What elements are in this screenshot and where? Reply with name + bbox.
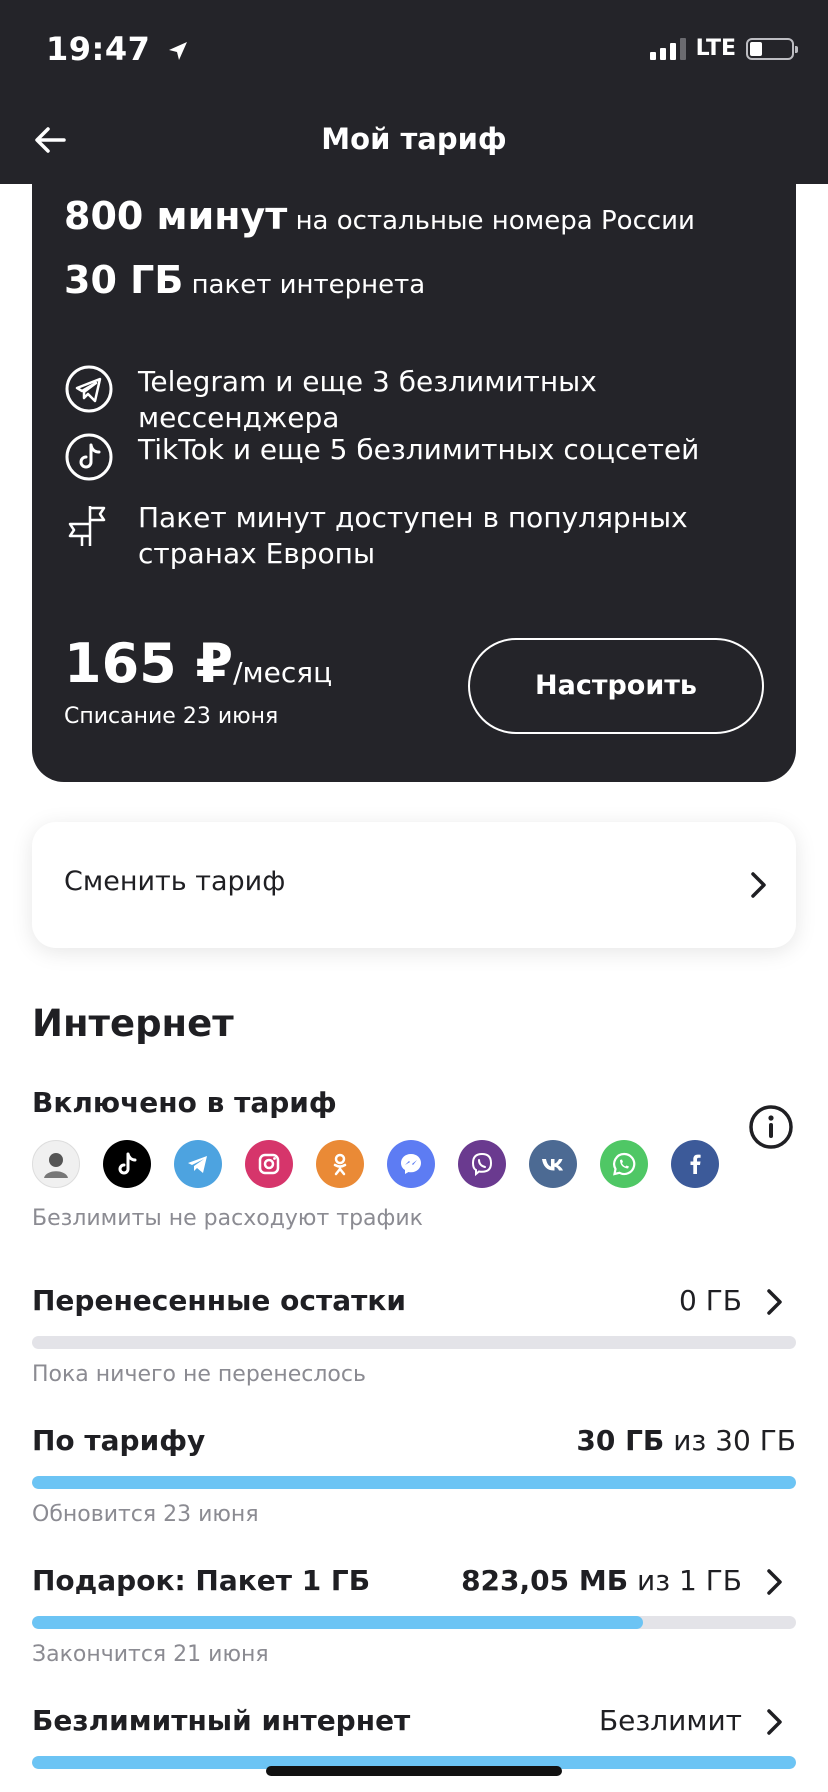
price-unit: /месяц — [233, 656, 333, 689]
price-value: 165 ₽ — [64, 632, 234, 695]
minutes-text: на остальные номера России — [295, 206, 695, 236]
nav-bar: Мой тариф — [0, 100, 828, 184]
tariff-data-title: По тарифу — [32, 1424, 206, 1457]
internet-title: Интернет — [32, 1002, 234, 1045]
gift-package-value-bold: 823,05 МБ — [461, 1564, 629, 1597]
avatar[interactable] — [32, 1140, 80, 1188]
whatsapp-icon[interactable] — [600, 1140, 648, 1188]
change-tariff-button[interactable]: Сменить тариф — [32, 822, 796, 948]
gift-package-progress — [32, 1616, 796, 1629]
viber-icon[interactable] — [458, 1140, 506, 1188]
unlimited-internet-value: Безлимит — [599, 1704, 742, 1737]
page-title: Мой тариф — [321, 122, 507, 156]
battery-icon — [746, 37, 798, 60]
included-title: Включено в тариф — [32, 1086, 337, 1119]
feature-text: Telegram и еще 3 безлимитных мессенджера — [138, 365, 597, 434]
charge-date: Списание 23 июня — [64, 704, 279, 729]
gift-package-value-text: из 1 ГБ — [637, 1564, 742, 1597]
tariff-data-progress — [32, 1476, 796, 1489]
chevron-right-icon — [751, 872, 766, 898]
rollover-sub: Пока ничего не перенеслось — [32, 1362, 366, 1387]
chevron-right-icon[interactable] — [764, 1707, 786, 1737]
rollover-title[interactable]: Перенесенные остатки — [32, 1284, 406, 1317]
feature-text: Пакет минут доступен в популярных страна… — [138, 501, 688, 570]
signpost-icon — [68, 506, 106, 546]
internet-value: 30 ГБ — [64, 258, 184, 302]
status-time: 19:47 — [46, 30, 190, 68]
internet-line: 30 ГБ пакет интернета — [64, 258, 425, 302]
unlimited-apps-list — [32, 1140, 719, 1188]
setup-button[interactable]: Настроить — [468, 638, 764, 734]
telegram-icon[interactable] — [174, 1140, 222, 1188]
odnoklassniki-icon[interactable] — [316, 1140, 364, 1188]
minutes-value: 800 минут — [64, 194, 288, 238]
tariff-data-sub: Обновится 23 июня — [32, 1502, 259, 1527]
gift-package-value: 823,05 МБ из 1 ГБ — [461, 1564, 742, 1597]
home-indicator — [266, 1766, 562, 1776]
price: 165 ₽/месяц — [64, 632, 332, 695]
info-icon[interactable] — [748, 1104, 794, 1150]
tiktok-outline-icon — [65, 433, 113, 481]
facebook-icon[interactable] — [671, 1140, 719, 1188]
change-tariff-label: Сменить тариф — [64, 866, 286, 897]
feature-social: TikTok и еще 5 безлимитных соцсетей — [64, 432, 758, 482]
tariff-data-value: 30 ГБ из 30 ГБ — [576, 1424, 796, 1457]
rollover-value-text: 0 ГБ — [679, 1284, 742, 1317]
vk-icon[interactable] — [529, 1140, 577, 1188]
unlimited-internet-title[interactable]: Безлимитный интернет — [32, 1704, 410, 1737]
feature-text: TikTok и еще 5 безлимитных соцсетей — [138, 433, 700, 466]
tariff-data-value-text: из 30 ГБ — [673, 1424, 796, 1457]
feature-messengers: Telegram и еще 3 безлимитных мессенджера — [64, 364, 758, 436]
time-text: 19:47 — [46, 30, 151, 68]
instagram-icon[interactable] — [245, 1140, 293, 1188]
tariff-card: 800 минут на остальные номера России 30 … — [32, 180, 796, 782]
tiktok-icon[interactable] — [103, 1140, 151, 1188]
gift-package-sub: Закончится 21 июня — [32, 1642, 269, 1667]
status-bar: 19:47 LTE — [0, 0, 828, 100]
chevron-right-icon[interactable] — [764, 1287, 786, 1317]
status-indicators: LTE — [649, 36, 798, 61]
apps-note: Безлимиты не расходуют трафик — [32, 1206, 423, 1231]
rollover-value: 0 ГБ — [679, 1284, 742, 1317]
internet-text: пакет интернета — [191, 270, 426, 300]
location-arrow-icon — [169, 42, 187, 60]
unlimited-internet-value-text: Безлимит — [598, 1704, 742, 1737]
messenger-icon[interactable] — [387, 1140, 435, 1188]
network-type: LTE — [695, 36, 736, 61]
feature-roaming: Пакет минут доступен в популярных страна… — [64, 500, 758, 572]
minutes-line: 800 минут на остальные номера России — [64, 194, 695, 238]
telegram-outline-icon — [65, 365, 113, 413]
rollover-progress — [32, 1336, 796, 1349]
tariff-data-value-bold: 30 ГБ — [576, 1424, 665, 1457]
signal-icon — [649, 37, 686, 60]
chevron-right-icon[interactable] — [764, 1567, 786, 1597]
gift-package-title[interactable]: Подарок: Пакет 1 ГБ — [32, 1564, 370, 1597]
